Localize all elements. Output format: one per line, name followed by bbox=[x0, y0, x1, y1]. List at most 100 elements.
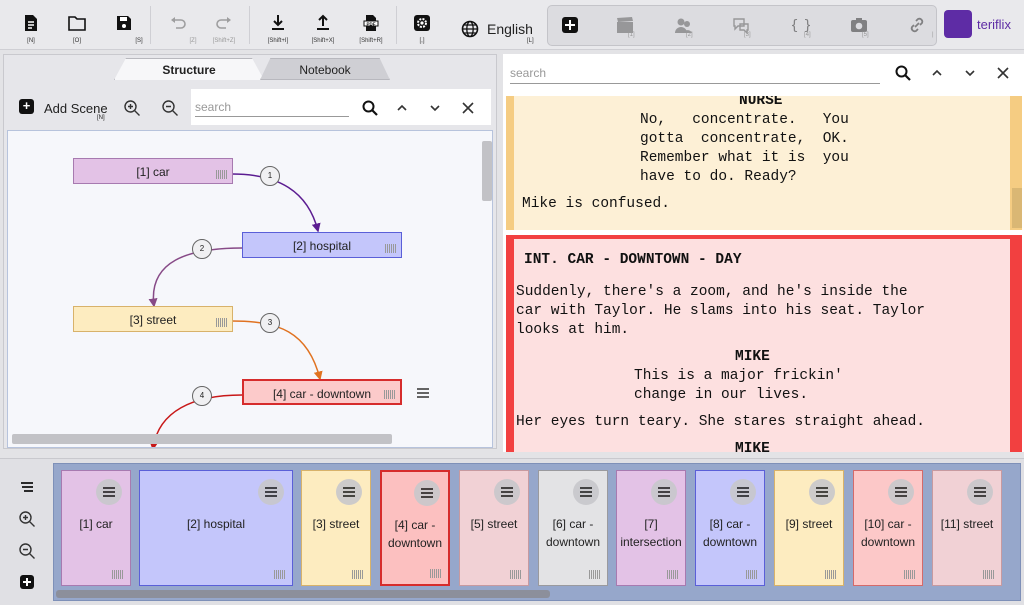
card-menu-icon[interactable] bbox=[258, 479, 284, 505]
action-line: car with Taylor. He slams into his seat.… bbox=[516, 303, 925, 319]
scene-card-label: [1] car bbox=[79, 517, 113, 531]
search-prev-button[interactable] bbox=[389, 95, 415, 121]
pdf-export-button[interactable]: PDF [Shift+R] bbox=[351, 4, 391, 46]
language-shortcut: [L] bbox=[527, 38, 534, 44]
strip-zoom-out-button[interactable] bbox=[14, 538, 40, 564]
transition-button[interactable]: | bbox=[898, 6, 938, 46]
scene-block-active[interactable]: INT. CAR - DOWNTOWN - DAY Suddenly, ther… bbox=[506, 235, 1022, 452]
card-menu-icon[interactable] bbox=[414, 480, 440, 506]
teriflix-logo-icon bbox=[944, 10, 972, 38]
search-next-button[interactable] bbox=[957, 60, 983, 86]
edge-label[interactable]: 3 bbox=[260, 313, 280, 333]
strip-menu-button[interactable] bbox=[14, 474, 40, 500]
editor-search-input[interactable] bbox=[510, 62, 880, 84]
download-icon bbox=[272, 15, 284, 30]
save-button[interactable]: [S] bbox=[104, 4, 144, 46]
horizontal-scrollbar[interactable] bbox=[56, 590, 550, 598]
barcode-icon bbox=[384, 390, 396, 399]
card-menu-icon[interactable] bbox=[573, 479, 599, 505]
new-file-button[interactable]: [N] bbox=[11, 4, 51, 46]
strip-add-scene-button[interactable] bbox=[14, 569, 40, 595]
add-scene-shortcut: [N] bbox=[97, 115, 105, 121]
structure-search-bar bbox=[191, 89, 491, 125]
edge-label[interactable]: 4 bbox=[192, 386, 212, 406]
action-line: Mike is confused. bbox=[522, 196, 670, 212]
vertical-scrollbar[interactable] bbox=[482, 141, 492, 201]
open-file-button[interactable]: [O] bbox=[57, 4, 97, 46]
scene-card[interactable]: [2] hospital bbox=[139, 470, 293, 586]
shot-button[interactable]: [5] bbox=[840, 6, 880, 46]
card-menu-icon[interactable] bbox=[336, 479, 362, 505]
zoom-out-button[interactable] bbox=[157, 95, 183, 121]
edge-label[interactable]: 2 bbox=[192, 239, 212, 259]
add-scene-button[interactable]: + Add Scene [N] bbox=[15, 93, 110, 123]
search-close-button[interactable] bbox=[990, 60, 1016, 86]
zoom-in-icon bbox=[124, 100, 140, 116]
scene-card[interactable]: [3] street bbox=[301, 470, 371, 586]
link-icon bbox=[910, 17, 924, 33]
scene-card[interactable]: [9] street bbox=[774, 470, 844, 586]
strip-zoom-in-button[interactable] bbox=[14, 506, 40, 532]
scene-heading-button[interactable]: [1] bbox=[606, 6, 646, 46]
scene-card-selected[interactable]: [4] car - downtown bbox=[380, 470, 450, 586]
scene-cards-strip[interactable]: [1] car [2] hospital [3] street [4] car … bbox=[53, 463, 1021, 601]
card-menu-icon[interactable] bbox=[96, 479, 122, 505]
search-button[interactable] bbox=[890, 60, 916, 86]
dialogue-line: gotta concentrate, OK. bbox=[640, 131, 849, 147]
scene-block[interactable]: NURSE No, concentrate. You gotta concent… bbox=[506, 96, 1022, 230]
node-menu-button[interactable] bbox=[410, 380, 436, 406]
tab-structure[interactable]: Structure bbox=[114, 58, 264, 80]
card-menu-icon[interactable] bbox=[494, 479, 520, 505]
horizontal-scrollbar[interactable] bbox=[12, 434, 392, 444]
editor-search-bar bbox=[506, 56, 1022, 92]
zoom-in-button[interactable] bbox=[119, 95, 145, 121]
scene-card[interactable]: [7] intersection bbox=[616, 470, 686, 586]
brand-logo: teriflix bbox=[944, 10, 1024, 40]
dialogue-button[interactable]: [3] bbox=[722, 6, 762, 46]
search-prev-button[interactable] bbox=[924, 60, 950, 86]
card-menu-icon[interactable] bbox=[651, 479, 677, 505]
scene-node[interactable]: [1] car bbox=[73, 158, 233, 184]
character-name: NURSE bbox=[739, 96, 783, 109]
search-next-button[interactable] bbox=[422, 95, 448, 121]
import-button[interactable]: [Shift+I] bbox=[258, 4, 298, 46]
redo-button[interactable]: [Shift+Z] bbox=[204, 4, 244, 46]
screenplay-text-area[interactable]: NURSE No, concentrate. You gotta concent… bbox=[506, 96, 1022, 452]
save-icon bbox=[117, 16, 131, 30]
dialogue-line: have to do. Ready? bbox=[640, 169, 797, 185]
vertical-scrollbar[interactable] bbox=[1012, 188, 1022, 228]
barcode-icon bbox=[667, 570, 679, 579]
structure-search-input[interactable] bbox=[195, 97, 349, 117]
scene-card[interactable]: [11] street bbox=[932, 470, 1002, 586]
structure-graph-canvas[interactable]: 1 2 3 4 [1] car [2] hospital [3] street … bbox=[7, 130, 493, 448]
tab-notebook[interactable]: Notebook bbox=[260, 58, 390, 80]
search-close-button[interactable] bbox=[455, 95, 481, 121]
language-label: English bbox=[487, 21, 533, 37]
scene-card[interactable]: [1] car bbox=[61, 470, 131, 586]
card-menu-icon[interactable] bbox=[730, 479, 756, 505]
scene-node[interactable]: [3] street bbox=[73, 306, 233, 332]
scene-node[interactable]: [2] hospital bbox=[242, 232, 402, 258]
undo-button[interactable]: [Z] bbox=[158, 4, 198, 46]
card-menu-icon[interactable] bbox=[967, 479, 993, 505]
dialogue-line: change in our lives. bbox=[634, 387, 809, 403]
scene-card[interactable]: [6] car - downtown bbox=[538, 470, 608, 586]
language-selector[interactable]: English [L] bbox=[456, 4, 546, 46]
character-button[interactable]: [2] bbox=[664, 6, 704, 46]
search-button[interactable] bbox=[357, 95, 383, 121]
scene-card[interactable]: [10] car - downtown bbox=[853, 470, 923, 586]
scene-card[interactable]: [8] car - downtown bbox=[695, 470, 765, 586]
action-line: Her eyes turn teary. She stares straight… bbox=[516, 414, 925, 430]
settings-button[interactable]: [,] bbox=[402, 4, 442, 46]
card-menu-icon[interactable] bbox=[888, 479, 914, 505]
zoom-out-icon bbox=[19, 543, 35, 559]
export-button[interactable]: [Shift+X] bbox=[303, 4, 343, 46]
edge-label[interactable]: 1 bbox=[260, 166, 280, 186]
close-icon bbox=[462, 102, 474, 114]
add-element-button[interactable] bbox=[551, 6, 591, 46]
card-menu-icon[interactable] bbox=[809, 479, 835, 505]
parenthetical-button[interactable]: { } [4] bbox=[782, 6, 822, 46]
scene-card[interactable]: [5] street bbox=[459, 470, 529, 586]
scene-node-selected[interactable]: [4] car - downtown bbox=[242, 379, 402, 405]
action-line: Suddenly, there's a zoom, and he's insid… bbox=[516, 284, 908, 300]
